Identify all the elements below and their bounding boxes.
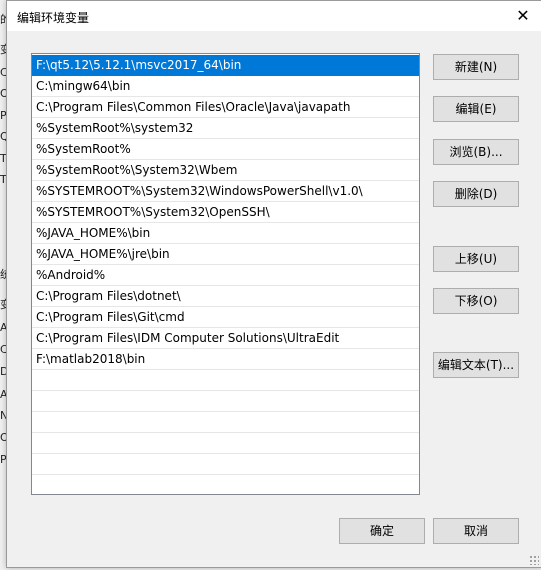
dialog-title: 编辑环境变量 [17, 11, 90, 25]
resize-grip-icon[interactable] [529, 555, 539, 565]
browse-button[interactable]: 浏览(B)... [433, 139, 519, 165]
list-item[interactable]: C:\Program Files\dotnet\ [32, 286, 419, 307]
list-item[interactable] [32, 370, 419, 391]
move-down-button[interactable]: 下移(O) [433, 288, 519, 314]
list-item[interactable]: %SystemRoot% [32, 139, 419, 160]
list-item[interactable] [32, 454, 419, 475]
list-item[interactable]: %SYSTEMROOT%\System32\OpenSSH\ [32, 202, 419, 223]
list-item[interactable]: C:\Program Files\Common Files\Oracle\Jav… [32, 97, 419, 118]
list-item[interactable]: C:\mingw64\bin [32, 76, 419, 97]
list-item[interactable]: %SYSTEMROOT%\System32\WindowsPowerShell\… [32, 181, 419, 202]
cancel-button[interactable]: 取消 [433, 518, 519, 544]
title-bar: 编辑环境变量 ✕ [7, 1, 541, 31]
list-item[interactable]: %Android% [32, 265, 419, 286]
edit-button[interactable]: 编辑(E) [433, 96, 519, 122]
list-item[interactable]: F:\qt5.12\5.12.1\msvc2017_64\bin [32, 55, 419, 76]
list-item[interactable]: C:\Program Files\IDM Computer Solutions\… [32, 328, 419, 349]
list-item[interactable]: %JAVA_HOME%\bin [32, 223, 419, 244]
list-item[interactable] [32, 391, 419, 412]
edit-env-var-dialog: 编辑环境变量 ✕ F:\qt5.12\5.12.1\msvc2017_64\bi… [6, 0, 541, 568]
path-list[interactable]: F:\qt5.12\5.12.1\msvc2017_64\bin C:\mingw… [31, 53, 420, 495]
list-item[interactable] [32, 433, 419, 454]
ok-button[interactable]: 确定 [339, 518, 425, 544]
list-item[interactable]: F:\matlab2018\bin [32, 349, 419, 370]
list-item[interactable] [32, 475, 419, 494]
list-item[interactable]: C:\Program Files\Git\cmd [32, 307, 419, 328]
move-up-button[interactable]: 上移(U) [433, 246, 519, 272]
new-button[interactable]: 新建(N) [433, 54, 519, 80]
edit-text-button[interactable]: 编辑文本(T)... [433, 352, 519, 378]
close-icon[interactable]: ✕ [513, 6, 533, 26]
delete-button[interactable]: 删除(D) [433, 181, 519, 207]
list-item[interactable] [32, 412, 419, 433]
list-item[interactable]: %SystemRoot%\system32 [32, 118, 419, 139]
list-item[interactable]: %JAVA_HOME%\jre\bin [32, 244, 419, 265]
list-item[interactable]: %SystemRoot%\System32\Wbem [32, 160, 419, 181]
